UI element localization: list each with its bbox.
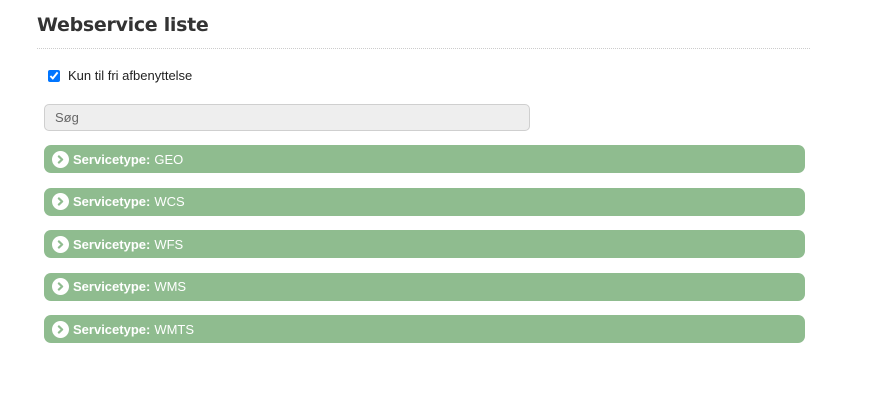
search-input[interactable]: [44, 104, 530, 131]
service-type-value: WMS: [154, 279, 187, 294]
chevron-right-circle-icon: [52, 150, 69, 168]
service-type-label: Servicetype:: [73, 321, 151, 337]
service-type-wms[interactable]: Servicetype: WMS: [44, 272, 805, 301]
service-type-label: Servicetype:: [73, 151, 151, 167]
service-type-wcs[interactable]: Servicetype: WCS: [44, 187, 805, 216]
service-type-value: GEO: [154, 151, 184, 167]
service-type-label: Servicetype:: [73, 236, 151, 252]
page-title: Webservice liste: [37, 14, 209, 36]
service-type-list: Servicetype: GEO Servicetype: WCS Servic…: [44, 145, 805, 358]
free-use-checkbox-label: Kun til fri afbenyttelse: [68, 68, 193, 83]
chevron-right-circle-icon: [52, 320, 69, 338]
free-use-filter[interactable]: Kun til fri afbenyttelse: [47, 68, 192, 83]
service-type-label: Servicetype:: [73, 194, 151, 209]
chevron-right-circle-icon: [52, 193, 69, 210]
service-type-value: WFS: [154, 236, 184, 252]
service-type-value: WMTS: [154, 321, 195, 337]
service-type-wmts[interactable]: Servicetype: WMTS: [44, 315, 805, 343]
service-type-wfs[interactable]: Servicetype: WFS: [44, 230, 805, 258]
chevron-right-circle-icon: [52, 235, 69, 253]
service-type-geo[interactable]: Servicetype: GEO: [44, 145, 805, 173]
page: Webservice liste Kun til fri afbenyttels…: [0, 0, 893, 401]
free-use-checkbox[interactable]: [48, 69, 60, 82]
service-type-value: WCS: [154, 194, 185, 209]
chevron-right-circle-icon: [52, 278, 69, 295]
service-type-label: Servicetype:: [73, 279, 151, 294]
title-divider: [37, 48, 810, 49]
